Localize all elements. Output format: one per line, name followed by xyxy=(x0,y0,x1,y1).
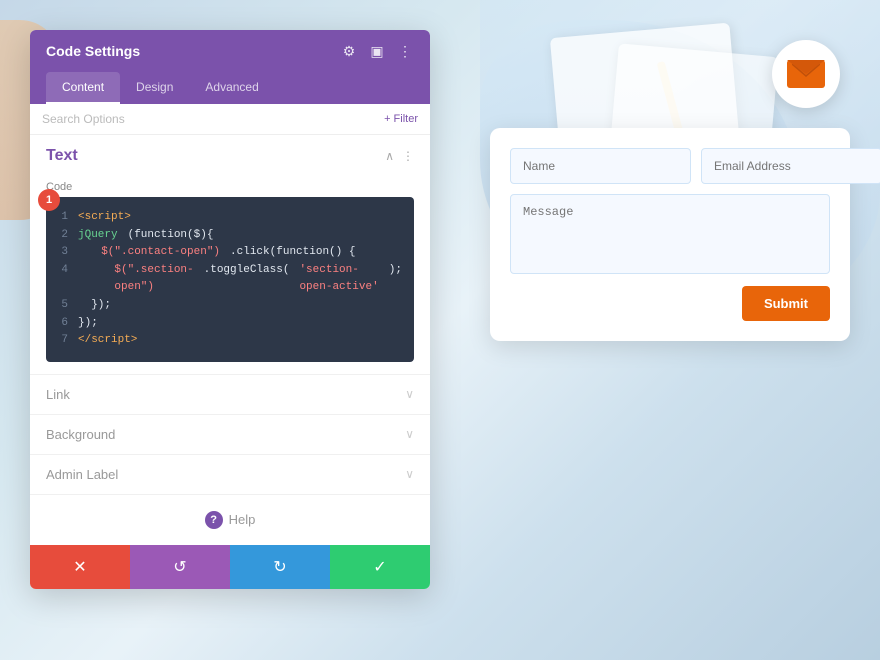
background-section[interactable]: Background ∨ xyxy=(30,414,430,454)
submit-button[interactable]: Submit xyxy=(742,286,830,321)
text-section-title: Text xyxy=(46,147,78,165)
code-line-7: 7 </script> xyxy=(58,332,402,350)
code-settings-panel: Code Settings ⚙ ▣ ⋮ Content Design Advan… xyxy=(30,30,430,589)
admin-label-chevron-icon: ∨ xyxy=(405,467,414,481)
tab-content[interactable]: Content xyxy=(46,72,120,104)
main-content: Code Settings ⚙ ▣ ⋮ Content Design Advan… xyxy=(0,0,880,660)
code-line-1: 1 <script> xyxy=(58,209,402,227)
split-icon[interactable]: ▣ xyxy=(368,42,386,60)
link-label: Link xyxy=(46,387,70,402)
form-submit-row: Submit xyxy=(510,286,830,321)
code-line-6: 6 }); xyxy=(58,315,402,333)
link-chevron-icon: ∨ xyxy=(405,387,414,401)
text-section-header: Text ∧ ⋮ xyxy=(30,135,430,177)
code-line-5: 5 }); xyxy=(58,297,402,315)
confirm-button[interactable]: ✓ xyxy=(330,545,430,589)
link-section[interactable]: Link ∨ xyxy=(30,374,430,414)
code-line-3: 3 $(".contact-open").click(function() { xyxy=(58,244,402,262)
help-icon: ? xyxy=(205,511,223,529)
filter-button[interactable]: + Filter xyxy=(384,113,418,125)
message-input[interactable] xyxy=(510,194,830,274)
code-label: Code xyxy=(30,177,430,197)
help-section: ? Help xyxy=(30,494,430,545)
section-header-icons: ∧ ⋮ xyxy=(385,149,414,163)
panel-title: Code Settings xyxy=(46,43,140,59)
background-chevron-icon: ∨ xyxy=(405,427,414,441)
contact-form-card: Submit xyxy=(490,128,850,341)
cancel-button[interactable]: ✕ xyxy=(30,545,130,589)
form-row-name-email xyxy=(510,148,830,184)
panel-tabs: Content Design Advanced xyxy=(30,72,430,104)
right-side: Submit xyxy=(430,30,850,341)
search-bar: Search Options + Filter xyxy=(30,104,430,135)
help-text[interactable]: Help xyxy=(229,512,256,527)
background-label: Background xyxy=(46,427,115,442)
reset-button[interactable]: ↺ xyxy=(130,545,230,589)
panel-header: Code Settings ⚙ ▣ ⋮ xyxy=(30,30,430,72)
email-svg xyxy=(792,64,820,84)
code-editor-wrapper: 1 1 <script> 2 jQuery(function($){ 3 $("… xyxy=(46,197,414,362)
ellipsis-icon[interactable]: ⋮ xyxy=(402,149,414,163)
redo-button[interactable]: ↻ xyxy=(230,545,330,589)
email-fab[interactable] xyxy=(772,40,840,108)
admin-label-text: Admin Label xyxy=(46,467,118,482)
tab-design[interactable]: Design xyxy=(120,72,189,104)
email-input[interactable] xyxy=(701,148,880,184)
code-line-2: 2 jQuery(function($){ xyxy=(58,227,402,245)
code-line-4: 4 $(".section-open").toggleClass('sectio… xyxy=(58,262,402,297)
more-icon[interactable]: ⋮ xyxy=(396,42,414,60)
tab-advanced[interactable]: Advanced xyxy=(189,72,274,104)
settings-icon[interactable]: ⚙ xyxy=(340,42,358,60)
admin-label-section[interactable]: Admin Label ∨ xyxy=(30,454,430,494)
chevron-up-icon[interactable]: ∧ xyxy=(385,149,394,163)
code-editor[interactable]: 1 <script> 2 jQuery(function($){ 3 $(".c… xyxy=(46,197,414,362)
search-placeholder-text: Search Options xyxy=(42,112,125,126)
email-icon xyxy=(787,60,825,88)
name-input[interactable] xyxy=(510,148,691,184)
step-badge: 1 xyxy=(38,189,60,211)
action-bar: ✕ ↺ ↻ ✓ xyxy=(30,545,430,589)
panel-header-icons: ⚙ ▣ ⋮ xyxy=(340,42,414,60)
